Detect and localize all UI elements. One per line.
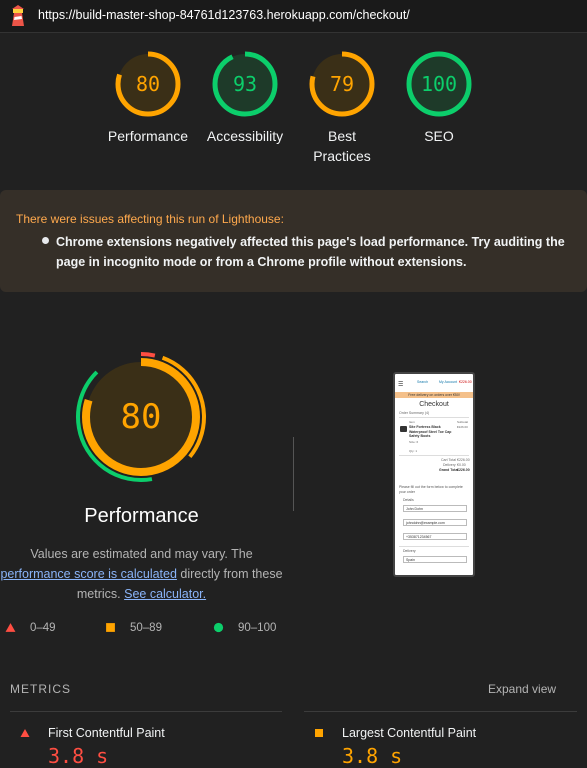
metric-value: 3.8 s <box>48 744 109 768</box>
thumb-country-field: Spain <box>403 556 467 563</box>
thumb-search: Search <box>417 380 429 384</box>
triangle-icon <box>20 729 30 737</box>
thumb-banner: Free delivery on orders over €50! <box>395 392 473 398</box>
metrics-heading: METRICS <box>10 682 71 696</box>
page-url[interactable]: https://build-master-shop-84761d123763.h… <box>38 8 410 22</box>
gauge-label: Best Practices <box>313 128 371 164</box>
metric-name: First Contentful Paint <box>48 726 165 740</box>
thumb-summary: Order Summary (4) <box>399 411 430 415</box>
thumb-title: Checkout <box>419 401 449 408</box>
performance-score: 80 <box>120 397 162 437</box>
thumb-account: My Account <box>439 380 458 384</box>
divider <box>293 437 294 511</box>
warning-box: There were issues affecting this run of … <box>0 190 587 292</box>
warning-title: There were issues affecting this run of … <box>16 212 284 226</box>
gauge-label: Accessibility <box>206 128 284 144</box>
square-icon <box>315 729 323 737</box>
gauge-accessibility[interactable]: 93 <box>211 50 279 118</box>
triangle-icon <box>5 623 16 632</box>
metric-divider <box>304 711 577 712</box>
page-screenshot-thumbnail[interactable]: ☰ Search My Account €226.00 Free deliver… <box>393 372 475 577</box>
thumb-phone-field: +353871234567 <box>403 533 467 540</box>
bullet-icon <box>42 237 49 244</box>
legend-item: 50–89 <box>105 622 162 634</box>
performance-title: Performance <box>84 505 199 527</box>
performance-description: Values are estimated and may vary. The p… <box>0 547 283 601</box>
score-value: 93 <box>232 72 258 96</box>
square-icon <box>106 623 115 632</box>
warning-item: Chrome extensions negatively affected th… <box>56 235 565 269</box>
metric-divider <box>10 711 282 712</box>
score-calculated-link[interactable]: performance score is calculated <box>0 567 176 581</box>
see-calculator-link[interactable]: See calculator. <box>124 587 206 601</box>
menu-icon: ☰ <box>398 382 404 388</box>
legend-label: 50–89 <box>130 622 162 634</box>
expand-view-button[interactable]: Expand view <box>488 682 556 696</box>
thumb-item-name: Site Fortress Black Waterproof Steel Toe… <box>409 425 452 438</box>
legend-item: 0–49 <box>5 622 56 634</box>
gauge-performance[interactable]: 80 <box>114 50 182 118</box>
boot-image <box>400 426 407 432</box>
thumb-name-field: John Dohn <box>403 505 467 512</box>
thumb-email-field: johndohn@example.com <box>403 519 467 526</box>
performance-gauge: 80 <box>74 350 208 484</box>
legend-label: 90–100 <box>238 622 277 634</box>
metric-name: Largest Contentful Paint <box>342 726 477 740</box>
gauge-label: SEO <box>424 128 454 144</box>
score-value: 80 <box>135 72 161 96</box>
metric-value: 3.8 s <box>342 744 403 768</box>
legend-item: 90–100 <box>213 622 276 634</box>
gauge-label: Performance <box>107 128 189 144</box>
legend-label: 0–49 <box>30 622 56 634</box>
address-bar: https://build-master-shop-84761d123763.h… <box>0 0 587 33</box>
thumb-cart: €226.00 <box>459 380 472 384</box>
gauge-seo[interactable]: 100 <box>405 50 473 118</box>
circle-icon <box>213 622 224 633</box>
score-value: 79 <box>329 72 355 96</box>
gauge-best-practices[interactable]: 79 <box>308 50 376 118</box>
score-value: 100 <box>420 72 458 96</box>
lighthouse-logo-icon <box>12 5 24 26</box>
